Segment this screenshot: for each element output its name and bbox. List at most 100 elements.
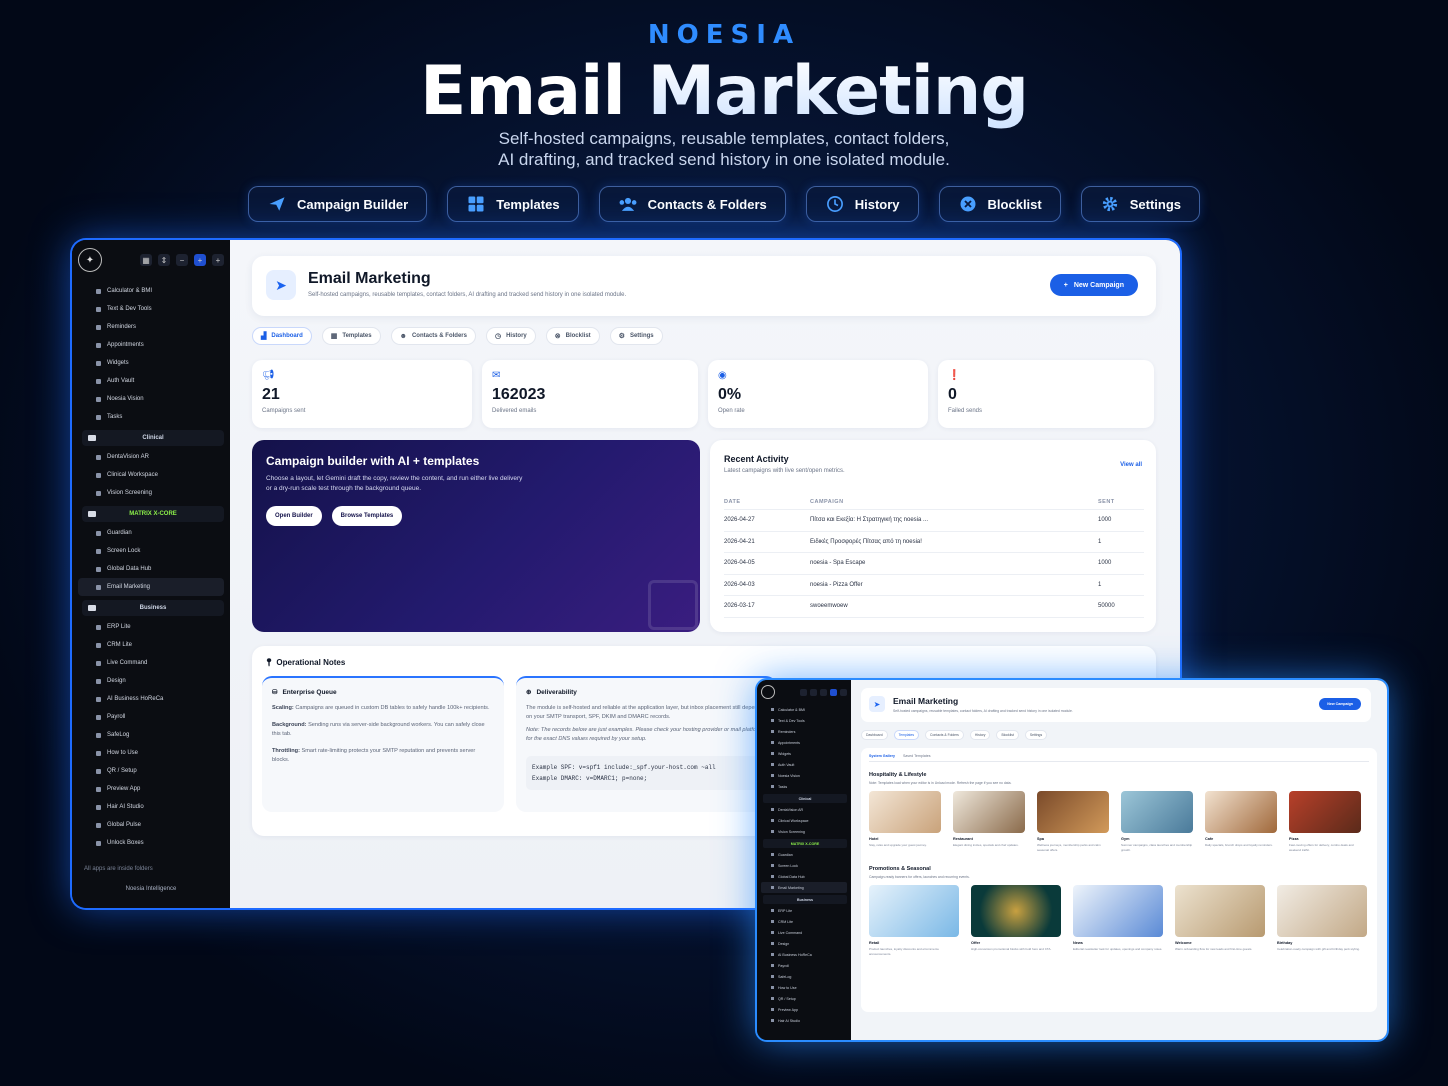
sidebar-item[interactable]: Hair AI Studio <box>761 1015 847 1026</box>
pill-campaign-builder[interactable]: Campaign Builder <box>247 186 428 222</box>
pill-history[interactable]: History <box>805 186 919 222</box>
sidebar-item-email-marketing[interactable]: Email Marketing <box>78 578 224 596</box>
sidebar-item[interactable]: Global Data Hub <box>78 560 224 578</box>
template-card[interactable]: Birthday Celebration-ready campaign with … <box>1277 885 1367 956</box>
pill-settings[interactable]: Settings <box>1080 186 1201 222</box>
sidebar-item[interactable]: Noesia Vision <box>761 770 847 781</box>
sort-icon[interactable] <box>810 688 817 696</box>
sidebar-item[interactable]: DentaVision AR <box>78 448 224 466</box>
table-row[interactable]: 2026-04-05 noesia - Spa Escape 1000 <box>724 553 1144 575</box>
tab-contacts[interactable]: Contacts & Folders <box>925 730 964 740</box>
sidebar-item-email-marketing[interactable]: Email Marketing <box>761 882 847 893</box>
tab-settings[interactable]: ⚙ Settings <box>609 327 663 345</box>
sidebar-item[interactable]: SafeLog <box>761 971 847 982</box>
sidebar-item[interactable]: Calculator & BMI <box>78 282 224 300</box>
new-campaign-button[interactable]: New Campaign <box>1319 698 1361 710</box>
sidebar-item[interactable]: Preview App <box>761 1004 847 1015</box>
template-card[interactable]: Retail Product launches, loyalty discount… <box>869 885 959 956</box>
subtab-system-gallery[interactable]: System Gallery <box>869 754 895 758</box>
tab-templates[interactable]: ▦ Templates <box>321 327 381 345</box>
sidebar-item[interactable]: Unlock Boxes <box>78 834 224 852</box>
sidebar-item[interactable]: Widgets <box>78 354 224 372</box>
sidebar-item[interactable]: Clinical Workspace <box>761 815 847 826</box>
compass-logo-icon[interactable] <box>761 685 775 699</box>
sidebar-item[interactable]: Live Command <box>761 927 847 938</box>
new-campaign-button[interactable]: + New Campaign <box>1049 274 1138 296</box>
sidebar-item[interactable]: Screen Lock <box>761 860 847 871</box>
sort-icon[interactable]: ⇕ <box>158 254 170 266</box>
add-icon[interactable] <box>830 688 837 696</box>
sidebar-item[interactable]: Payroll <box>78 708 224 726</box>
table-row[interactable]: 2026-04-03 noesia - Pizza Offer 1 <box>724 575 1144 596</box>
sidebar-item[interactable]: ERP Lite <box>78 618 224 636</box>
tab-blocklist[interactable]: ⊗ Blocklist <box>545 327 600 345</box>
compass-logo-icon[interactable]: ✦ <box>78 248 102 272</box>
sidebar-item[interactable]: Text & Dev Tools <box>78 300 224 318</box>
template-card[interactable]: Gym Summer campaigns, class launches and … <box>1121 791 1193 852</box>
table-row[interactable]: 2026-04-27 Πίτσα και Εκεξία: Η Στρατηγική… <box>724 510 1144 532</box>
tab-blocklist[interactable]: Blocklist <box>996 730 1019 740</box>
sidebar-item[interactable]: Noesia Vision <box>78 390 224 408</box>
sidebar-item[interactable]: AI Business HoReCa <box>761 949 847 960</box>
sidebar-item[interactable]: How to Use <box>78 744 224 762</box>
browse-templates-button[interactable]: Browse Templates <box>331 506 403 526</box>
sidebar-item[interactable]: Appointments <box>761 737 847 748</box>
sidebar-item[interactable]: How to Use <box>761 982 847 993</box>
template-card[interactable]: Offer High-conversion promotional blocks … <box>971 885 1061 956</box>
sidebar-item[interactable]: Tasks <box>78 408 224 426</box>
tab-history[interactable]: ◷ History <box>485 327 536 345</box>
sidebar-item[interactable]: QR / Setup <box>761 993 847 1004</box>
sidebar-group-clinical[interactable]: Clinical <box>763 794 847 803</box>
sidebar-item[interactable]: Auth Vault <box>761 759 847 770</box>
sidebar-item[interactable]: QR / Setup <box>78 762 224 780</box>
grid-toggle-icon[interactable] <box>800 688 807 696</box>
sidebar-item[interactable]: Appointments <box>78 336 224 354</box>
sidebar-item[interactable]: Reminders <box>761 726 847 737</box>
tab-contacts[interactable]: ☻ Contacts & Folders <box>390 327 476 345</box>
add-icon[interactable]: + <box>194 254 206 266</box>
sidebar-item[interactable]: Auth Vault <box>78 372 224 390</box>
sidebar-item[interactable]: Live Command <box>78 654 224 672</box>
pill-contacts-folders[interactable]: Contacts & Folders <box>598 186 786 222</box>
sidebar-group-business[interactable]: Business <box>763 895 847 904</box>
sidebar-item[interactable]: Global Pulse <box>78 816 224 834</box>
tab-dashboard[interactable]: ▟ Dashboard <box>252 327 312 345</box>
tab-dashboard[interactable]: Dashboard <box>861 730 888 740</box>
tab-history[interactable]: History <box>969 730 991 740</box>
minus-icon[interactable] <box>820 688 827 696</box>
sidebar-item[interactable]: Widgets <box>761 748 847 759</box>
sidebar-item[interactable]: CRM Lite <box>761 916 847 927</box>
sidebar-item[interactable]: Hair AI Studio <box>78 798 224 816</box>
sidebar-item[interactable]: Tasks <box>761 781 847 792</box>
open-builder-button[interactable]: Open Builder <box>266 506 322 526</box>
sidebar-item[interactable]: SafeLog <box>78 726 224 744</box>
plus-icon[interactable]: + <box>212 254 224 266</box>
sidebar-item[interactable]: ERP Lite <box>761 905 847 916</box>
sidebar-item[interactable]: Design <box>761 938 847 949</box>
template-card[interactable]: Welcome Warm onboarding flow for new lead… <box>1175 885 1265 956</box>
sidebar-group-matrix[interactable]: MATRIX X-CORE <box>763 839 847 848</box>
sidebar-item[interactable]: Guardian <box>761 849 847 860</box>
subtab-saved-templates[interactable]: Saved Templates <box>903 754 931 758</box>
sidebar-item[interactable]: Screen Lock <box>78 542 224 560</box>
template-card[interactable]: Hotel Stay, relax and upgrade your guest … <box>869 791 941 852</box>
minus-icon[interactable]: − <box>176 254 188 266</box>
pill-templates[interactable]: Templates <box>447 186 579 222</box>
sidebar-item[interactable]: CRM Lite <box>78 636 224 654</box>
plus-icon[interactable] <box>840 688 847 696</box>
sidebar-item[interactable]: Vision Screening <box>78 484 224 502</box>
sidebar-item[interactable]: Design <box>78 672 224 690</box>
view-all-link[interactable]: View all <box>1120 462 1142 468</box>
template-card[interactable]: Pizza Fast-moving offers for delivery, co… <box>1289 791 1361 852</box>
template-card[interactable]: Spa Wellness journeys, membership perks a… <box>1037 791 1109 852</box>
table-row[interactable]: 2026-04-21 Ειδικές Προσφορές Πίτσας από τ… <box>724 532 1144 553</box>
sidebar-item[interactable]: Global Data Hub <box>761 871 847 882</box>
grid-toggle-icon[interactable]: ▦ <box>140 254 152 266</box>
sidebar-item[interactable]: Payroll <box>761 960 847 971</box>
template-card[interactable]: Cafe Daily specials, brunch drops and loy… <box>1205 791 1277 852</box>
sidebar-item[interactable]: Clinical Workspace <box>78 466 224 484</box>
sidebar-item[interactable]: Vision Screening <box>761 826 847 837</box>
sidebar-group-business[interactable]: Business <box>82 600 224 616</box>
sidebar-item[interactable]: Reminders <box>78 318 224 336</box>
sidebar-item[interactable]: Guardian <box>78 524 224 542</box>
